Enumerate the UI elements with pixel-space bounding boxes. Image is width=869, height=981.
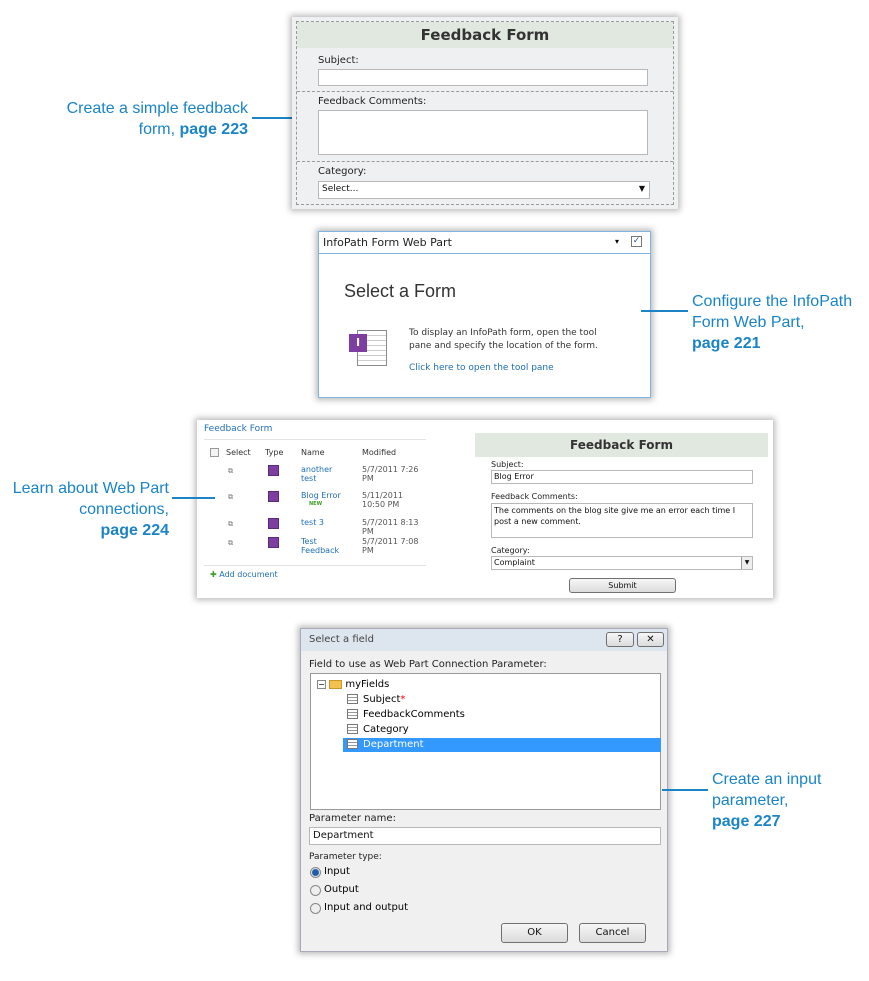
field-icon bbox=[347, 739, 358, 749]
callout-input-parameter: Create an input parameter, page 227 bbox=[712, 771, 822, 830]
infopath-doc-icon bbox=[268, 491, 279, 502]
parameter-name-input[interactable]: Department bbox=[309, 827, 661, 845]
dropdown-arrow-icon: ▼ bbox=[741, 557, 752, 569]
callout-feedback-form: Create a simple feedback form, page 223 bbox=[66, 100, 248, 138]
table-row[interactable]: ⧉ Blog Error NEW 5/11/2011 10:50 PM bbox=[197, 491, 427, 513]
infopath-doc-icon bbox=[268, 518, 279, 529]
infopath-web-part: InfoPath Form Web Part ▾ ✓ Select a Form… bbox=[318, 231, 651, 398]
add-document-link[interactable]: ✚ Add document bbox=[210, 570, 278, 579]
infopath-form-icon: I bbox=[349, 326, 389, 368]
tree-node-root[interactable]: − myFields bbox=[317, 679, 389, 690]
web-part-menu-icon[interactable]: ▾ bbox=[615, 237, 619, 246]
radio-button[interactable] bbox=[310, 867, 321, 878]
radio-button[interactable] bbox=[310, 903, 321, 914]
radio-input[interactable]: Input bbox=[310, 866, 510, 879]
table-row[interactable]: ⧉ another test 5/7/2011 7:26 PM bbox=[197, 465, 427, 487]
comments-textarea[interactable] bbox=[318, 110, 648, 155]
select-all-checkbox[interactable] bbox=[210, 448, 219, 457]
subject-input[interactable]: Blog Error bbox=[491, 470, 753, 484]
callout-line bbox=[641, 310, 688, 312]
form-title: Feedback Form bbox=[297, 22, 673, 48]
select-field-dialog: Select a field ? ✕ Field to use as Web P… bbox=[300, 628, 668, 952]
callout-line bbox=[662, 789, 708, 791]
select-icon[interactable]: ⧉ bbox=[228, 539, 233, 548]
table-row[interactable]: ⧉ Test Feedback 5/7/2011 7:08 PM bbox=[197, 537, 427, 559]
callout-web-part: Configure the InfoPath Form Web Part, pa… bbox=[692, 293, 853, 352]
feedback-form-panel: Feedback Form Subject: Feedback Comments… bbox=[292, 17, 678, 209]
new-badge: NEW bbox=[309, 501, 323, 507]
select-icon[interactable]: ⧉ bbox=[228, 520, 233, 529]
tree-node-field[interactable]: Subject* bbox=[343, 693, 661, 707]
category-select[interactable]: Select... ▼ bbox=[318, 181, 650, 199]
radio-input-and-output[interactable]: Input and output bbox=[310, 902, 510, 915]
field-icon bbox=[347, 694, 358, 704]
form-title: Feedback Form bbox=[475, 433, 768, 457]
dropdown-arrow-icon: ▼ bbox=[638, 184, 645, 193]
comments-textarea[interactable]: The comments on the blog site give me an… bbox=[491, 503, 753, 538]
submit-button[interactable]: Submit bbox=[569, 578, 676, 593]
folder-icon bbox=[329, 679, 343, 689]
close-button[interactable]: ✕ bbox=[637, 632, 664, 647]
help-button[interactable]: ? bbox=[606, 632, 634, 647]
radio-output[interactable]: Output bbox=[310, 884, 510, 897]
tree-node-field[interactable]: Department bbox=[343, 738, 661, 752]
tree-node-field[interactable]: Category bbox=[343, 723, 661, 737]
web-part-checkbox[interactable]: ✓ bbox=[631, 236, 642, 247]
plus-icon: ✚ bbox=[210, 570, 217, 579]
radio-button[interactable] bbox=[310, 885, 321, 896]
library-title[interactable]: Feedback Form bbox=[204, 424, 272, 434]
cancel-button[interactable]: Cancel bbox=[579, 923, 646, 943]
select-icon[interactable]: ⧉ bbox=[228, 467, 233, 476]
infopath-doc-icon bbox=[268, 465, 279, 476]
collapse-icon[interactable]: − bbox=[317, 680, 326, 689]
tree-node-field[interactable]: FeedbackComments bbox=[343, 708, 661, 722]
field-tree[interactable]: − myFields Subject* FeedbackComments Categ… bbox=[310, 673, 661, 810]
field-icon bbox=[347, 709, 358, 719]
category-select[interactable]: Complaint ▼ bbox=[491, 556, 753, 570]
callout-line bbox=[172, 497, 215, 499]
select-icon[interactable]: ⧉ bbox=[228, 493, 233, 502]
field-icon bbox=[347, 724, 358, 734]
infopath-doc-icon bbox=[268, 537, 279, 548]
callout-connections: Learn about Web Part connections, page 2… bbox=[12, 480, 169, 539]
connected-web-parts: Feedback Form Select Type Name Modified … bbox=[197, 420, 773, 598]
ok-button[interactable]: OK bbox=[501, 923, 568, 943]
open-tool-pane-link[interactable]: Click here to open the tool pane bbox=[409, 363, 554, 373]
subject-input[interactable] bbox=[318, 69, 648, 86]
